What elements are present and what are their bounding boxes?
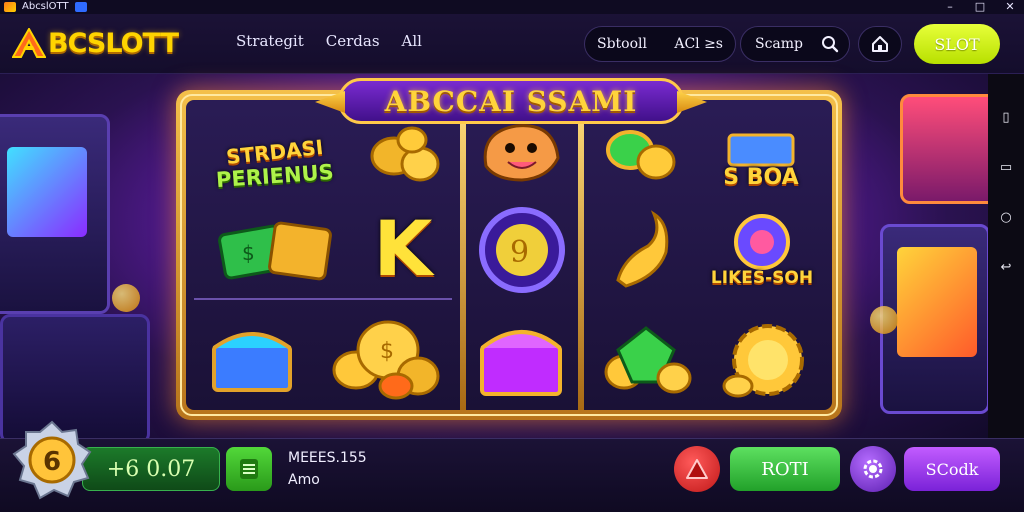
reel-divider [460, 100, 466, 410]
coin-decoration [112, 284, 140, 312]
close-button[interactable]: ✕ [1002, 0, 1018, 14]
svg-text:$: $ [242, 241, 255, 265]
nav-item-cerdas[interactable]: Cerdas [326, 32, 380, 50]
window-titlebar: AbcslOTT – □ ✕ [0, 0, 1024, 14]
side-rail: ▯ ▭ ○ ↩ [988, 74, 1024, 438]
settings-button[interactable] [850, 446, 896, 492]
app-icon [4, 2, 16, 12]
gold-gear-coin-icon [718, 316, 814, 406]
stop-button[interactable] [674, 446, 720, 492]
gold-coins-icon [366, 122, 446, 188]
search-input[interactable] [755, 36, 821, 52]
coin-pile-icon: $ [326, 310, 444, 402]
header: BCSLOTT Strategit Cerdas All Sbtooll ACl… [0, 14, 1024, 74]
coin-decoration [870, 306, 898, 334]
main-nav: Strategit Cerdas All [236, 32, 422, 50]
gem-coin-icon: 9 [476, 204, 568, 296]
slot-app: AbcslOTT – □ ✕ BCSLOTT Strategit Cerdas … [0, 0, 1024, 512]
sboa-label: S BOA [723, 165, 799, 190]
info-line-1: MEEES.155 [288, 450, 367, 466]
horn-icon [604, 206, 674, 292]
arcade-cabinet-right [900, 94, 988, 204]
svg-text:$: $ [380, 339, 394, 364]
home-button[interactable] [858, 26, 902, 62]
letter-k-text: K [373, 204, 433, 293]
window-controls: – □ ✕ [942, 0, 1018, 14]
reel-line [194, 298, 452, 300]
game-title: ABCCAI SSAMI [384, 84, 638, 118]
menu-icon [240, 459, 258, 479]
balance-value: +6 0.07 [106, 456, 196, 482]
filter-pill[interactable]: Sbtooll ACl ≥s [584, 26, 736, 62]
rail-back-button[interactable]: ↩ [998, 260, 1014, 276]
medal-icon[interactable]: 6 [12, 420, 92, 500]
swirl-orb-icon [734, 213, 790, 270]
symbol-strdasi: STRDASI PERIENUS [200, 124, 350, 204]
logo[interactable]: BCSLOTT [11, 26, 179, 60]
badge-icon [74, 2, 87, 12]
minimize-button[interactable]: – [942, 0, 958, 14]
logo-text: BCSLOTT [48, 27, 179, 59]
slot-button[interactable]: SLOT [914, 24, 1000, 64]
medal-value: 6 [43, 447, 61, 477]
game-title-banner: ABCCAI SSAMI [315, 78, 707, 124]
filter-pill-secondary: ACl ≥s [674, 36, 723, 52]
info-line-2: Amo [288, 472, 320, 488]
filter-pill-value: Sbtooll [597, 36, 647, 52]
letter-k-symbol: K [360, 206, 446, 292]
roll-button[interactable]: ROTI [730, 447, 840, 491]
search-box [740, 26, 850, 62]
scroll-button[interactable]: SCodk [904, 447, 1000, 491]
likes-symbol: LIKES-SOH [692, 202, 832, 298]
maximize-button[interactable]: □ [972, 0, 988, 14]
reel-divider [578, 100, 584, 410]
slot-machine: STRDASI PERIENUS $ K $ 9 S BOA LIKES-SOH [176, 90, 842, 420]
cartoon-character-icon [476, 118, 566, 188]
stop-icon [686, 459, 708, 479]
balance-display: +6 0.07 [82, 447, 220, 491]
cash-stack-icon: $ [212, 208, 342, 288]
purple-chest-icon [476, 318, 568, 402]
menu-button[interactable] [226, 447, 272, 491]
window-title: AbcslOTT [22, 1, 69, 12]
rail-copy-button[interactable]: ▯ [998, 110, 1014, 126]
emerald-coins-icon [598, 320, 694, 400]
rail-window-button[interactable]: ▭ [998, 160, 1014, 176]
crate-icon [727, 133, 795, 167]
arcade-cabinet-left [0, 114, 110, 314]
search-icon[interactable] [821, 35, 839, 53]
rail-home-button[interactable]: ○ [998, 210, 1014, 226]
reel-area: STRDASI PERIENUS $ K $ 9 S BOA LIKES-SOH [186, 100, 832, 410]
logo-a-icon [11, 26, 47, 58]
treasure-chest-icon [204, 320, 304, 400]
nav-item-strategit[interactable]: Strategit [236, 32, 304, 50]
home-icon [872, 36, 888, 52]
likes-label: LIKES-SOH [710, 267, 814, 288]
game-info: MEEES.155 Amo [288, 447, 367, 491]
nav-item-all[interactable]: All [402, 32, 422, 50]
green-coin-icon [600, 122, 680, 184]
gear-icon [863, 459, 883, 479]
sboa-symbol: S BOA [698, 120, 824, 200]
svg-text:9: 9 [510, 235, 529, 270]
